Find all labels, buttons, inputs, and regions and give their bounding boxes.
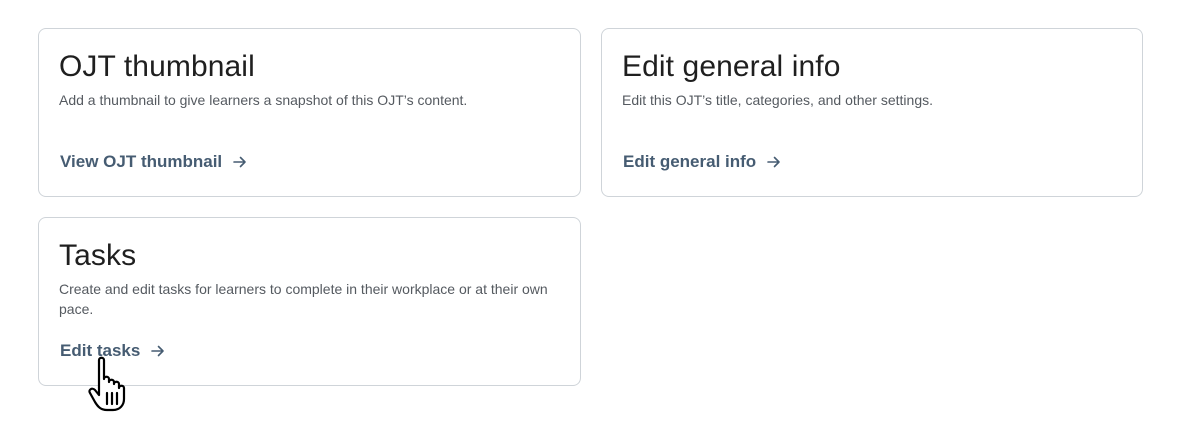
- link-label: View OJT thumbnail: [60, 152, 223, 171]
- card-title: OJT thumbnail: [59, 50, 255, 83]
- card-title: Tasks: [59, 239, 137, 272]
- card-description: Edit this OJT’s title, categories, and o…: [622, 92, 934, 108]
- arrow-right-icon: [150, 343, 166, 359]
- link-label: Edit general info: [623, 152, 757, 171]
- ojt-thumbnail-card: OJT thumbnail Add a thumbnail to give le…: [38, 28, 581, 197]
- card-description: Create and edit tasks for learners to co…: [59, 281, 548, 317]
- edit-general-info-card: Edit general info Edit this OJT’s title,…: [601, 28, 1143, 197]
- edit-general-info-link[interactable]: Edit general info: [623, 151, 782, 173]
- card-title: Edit general info: [622, 50, 841, 83]
- arrow-right-icon: [766, 154, 782, 170]
- page: OJT thumbnail Add a thumbnail to give le…: [0, 0, 1199, 422]
- arrow-right-icon: [232, 154, 248, 170]
- card-description: Add a thumbnail to give learners a snaps…: [59, 92, 468, 108]
- view-ojt-thumbnail-link[interactable]: View OJT thumbnail: [60, 151, 248, 173]
- edit-tasks-link[interactable]: Edit tasks: [60, 340, 166, 362]
- tasks-card: Tasks Create and edit tasks for learners…: [38, 217, 581, 386]
- link-label: Edit tasks: [60, 341, 141, 360]
